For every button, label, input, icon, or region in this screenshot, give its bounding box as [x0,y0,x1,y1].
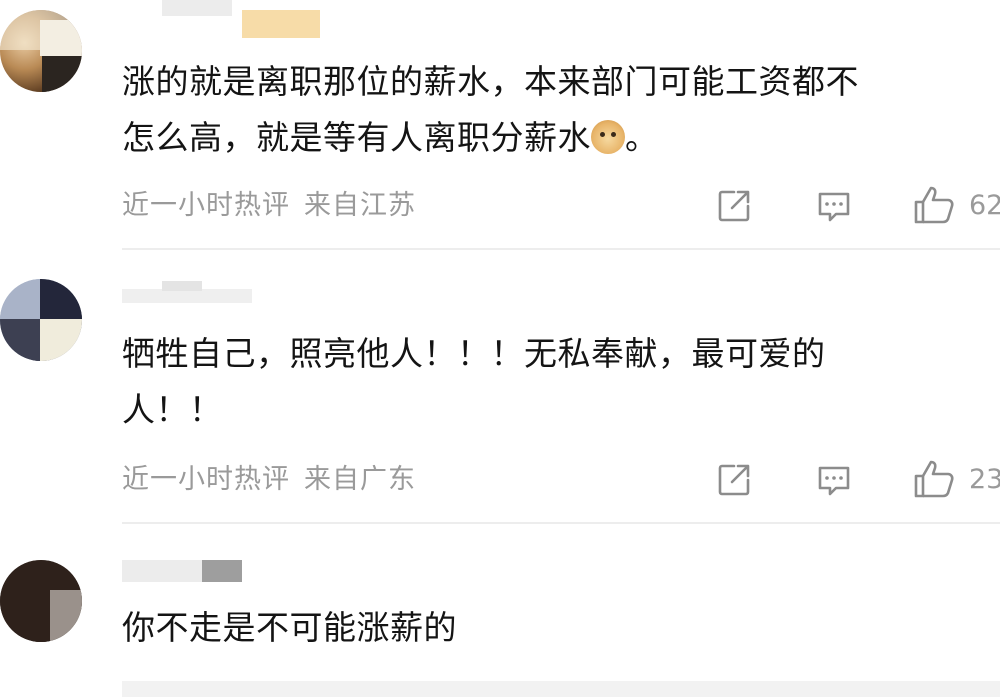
divider [122,248,1000,250]
reply-button[interactable] [814,186,854,226]
comment-time: 近一小时热评 [122,190,290,221]
share-button[interactable] [714,186,754,226]
share-button[interactable] [714,460,754,500]
comment-icon [818,466,850,496]
like-button[interactable] [912,458,956,498]
avatar[interactable] [0,10,82,92]
comment-icon [818,192,850,222]
like-button[interactable] [912,184,956,224]
comment-body: 涨的就是离职那位的薪水，本来部门可能工资都不 怎么高，就是等有人离职分薪水。 [122,54,992,166]
username-blurred[interactable] [122,560,252,582]
comment-body: 你不走是不可能涨薪的 [122,600,992,656]
next-comment-placeholder [122,681,1000,697]
share-icon [718,464,750,496]
comment-text-line: 人！！ [122,390,223,429]
like-count: 23 [969,464,1000,495]
comment-time: 近一小时热评 [122,464,290,495]
divider [122,522,1000,524]
thumbs-up-icon [914,460,954,498]
share-icon [718,190,750,222]
comment-meta: 近一小时热评 来自广东 [122,463,416,497]
comment-text-line: 你不走是不可能涨薪的 [122,608,457,647]
doge-emoji-icon [591,120,625,154]
comment-location: 来自江苏 [304,190,416,221]
vip-badge [242,10,320,38]
thumbs-up-icon [914,186,954,224]
comment-text-line: 涨的就是离职那位的薪水，本来部门可能工资都不 [122,62,859,101]
comment-text-line: 怎么高，就是等有人离职分薪水。 [122,110,992,166]
username-blurred[interactable] [122,0,232,16]
like-count: 62 [969,190,1000,221]
comment-body: 牺牲自己，照亮他人！！！无私奉献，最可爱的 人！！ [122,326,992,438]
comment-text-tail: 。 [625,118,659,157]
avatar[interactable] [0,279,82,361]
reply-button[interactable] [814,460,854,500]
comment-location: 来自广东 [304,464,416,495]
comment-meta: 近一小时热评 来自江苏 [122,189,416,223]
avatar[interactable] [0,560,82,642]
username-blurred[interactable] [122,281,252,303]
comment-text-line2: 怎么高，就是等有人离职分薪水 [122,118,591,157]
comment-text-line: 牺牲自己，照亮他人！！！无私奉献，最可爱的 [122,334,826,373]
